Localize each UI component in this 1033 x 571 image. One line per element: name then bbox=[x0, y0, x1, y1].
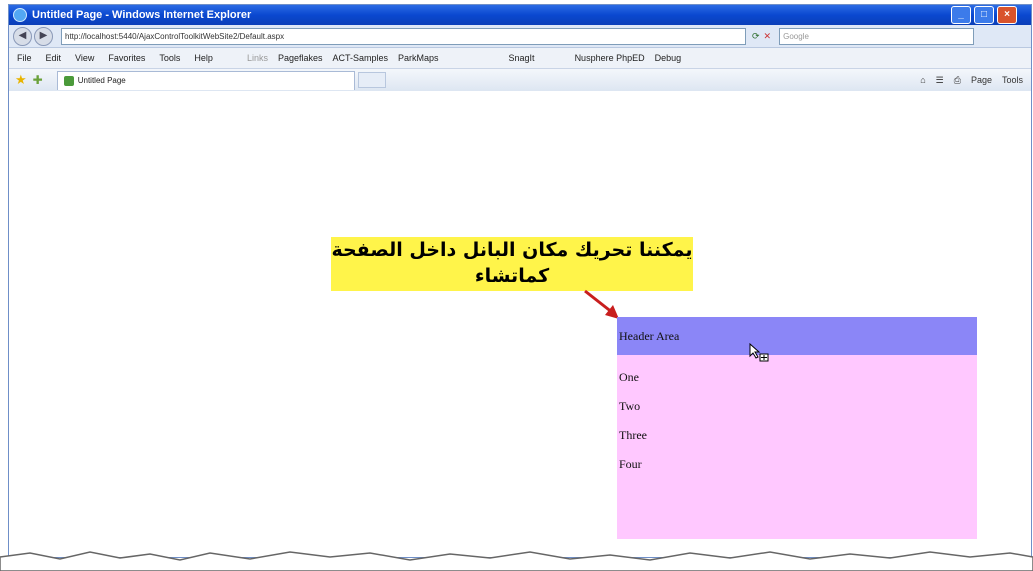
close-button[interactable]: × bbox=[997, 6, 1017, 24]
list-item: Three bbox=[619, 428, 647, 442]
maximize-button[interactable]: □ bbox=[974, 6, 994, 24]
list-item: Two bbox=[619, 399, 641, 413]
menu-help[interactable]: Help bbox=[194, 53, 213, 63]
tools-menu[interactable]: Tools bbox=[1002, 75, 1023, 86]
stop-icon[interactable]: ✕ bbox=[764, 31, 772, 42]
menu-view[interactable]: View bbox=[75, 53, 94, 63]
menu-file[interactable]: File bbox=[17, 53, 32, 63]
print-icon[interactable]: ⎙ bbox=[954, 75, 961, 86]
url-text: http://localhost:5440/AjaxControlToolkit… bbox=[65, 31, 285, 41]
links-label: Links bbox=[246, 53, 268, 63]
menu-tools[interactable]: Tools bbox=[159, 53, 180, 63]
refresh-icon[interactable]: ⟳ bbox=[752, 31, 760, 42]
link-pageflakes[interactable]: Pageflakes bbox=[278, 53, 323, 63]
debug-button[interactable]: Debug bbox=[655, 53, 682, 63]
address-actions: ⟳ ✕ bbox=[752, 31, 771, 42]
address-bar: ◀ ▶ http://localhost:5440/AjaxControlToo… bbox=[9, 25, 1031, 48]
panel-header-label: Header Area bbox=[619, 328, 680, 343]
list-item: Four bbox=[619, 457, 642, 471]
add-favorite-icon[interactable]: ✚ bbox=[33, 73, 43, 87]
tab-untitled-page[interactable]: Untitled Page bbox=[56, 70, 355, 90]
page-menu[interactable]: Page bbox=[971, 75, 992, 86]
minimize-button[interactable]: _ bbox=[951, 6, 971, 24]
draggable-panel[interactable]: Header Area One Two Three Four bbox=[617, 317, 977, 539]
move-cursor-icon bbox=[749, 343, 769, 362]
arabic-callout: يمكننا تحريك مكان البانل داخل الصفحة كما… bbox=[331, 237, 693, 291]
search-input[interactable]: Google bbox=[779, 27, 975, 45]
link-parkmaps[interactable]: ParkMaps bbox=[398, 53, 439, 63]
menu-favorites[interactable]: Favorites bbox=[108, 53, 145, 63]
browser-window: Untitled Page - Windows Internet Explore… bbox=[8, 4, 1032, 558]
menu-edit[interactable]: Edit bbox=[46, 53, 62, 63]
tab-label: Untitled Page bbox=[77, 76, 126, 85]
new-tab-button[interactable] bbox=[357, 72, 386, 88]
torn-edge-decoration bbox=[0, 551, 1033, 571]
tab-bar: ★ ✚ Untitled Page ⌂ ☰ ⎙ Page Tools bbox=[9, 69, 1031, 92]
search-placeholder: Google bbox=[783, 31, 809, 41]
nusphere-button[interactable]: Nusphere PhpED bbox=[575, 53, 645, 63]
back-button[interactable]: ◀ bbox=[13, 26, 32, 46]
link-act-samples[interactable]: ACT-Samples bbox=[332, 53, 388, 63]
command-bar: ⌂ ☰ ⎙ Page Tools bbox=[920, 75, 1023, 86]
home-icon[interactable]: ⌂ bbox=[920, 75, 925, 86]
forward-button[interactable]: ▶ bbox=[34, 26, 53, 46]
snagit-button[interactable]: SnagIt bbox=[509, 53, 535, 63]
window-controls: _ □ × bbox=[951, 6, 1017, 24]
panel-items: One Two Three Four bbox=[617, 355, 977, 479]
page-icon bbox=[63, 75, 74, 86]
feeds-icon[interactable]: ☰ bbox=[936, 75, 944, 86]
url-input[interactable]: http://localhost:5440/AjaxControlToolkit… bbox=[61, 27, 746, 45]
window-title: Untitled Page - Windows Internet Explore… bbox=[32, 9, 252, 21]
menu-bar: File Edit View Favorites Tools Help Link… bbox=[9, 48, 1031, 69]
ie-logo-icon bbox=[13, 8, 27, 22]
list-item: One bbox=[619, 370, 639, 384]
title-bar: Untitled Page - Windows Internet Explore… bbox=[9, 5, 1031, 25]
page-content: يمكننا تحريك مكان البانل داخل الصفحة كما… bbox=[9, 91, 1031, 557]
favorites-star-icon[interactable]: ★ bbox=[15, 72, 27, 88]
panel-header[interactable]: Header Area bbox=[617, 317, 977, 355]
